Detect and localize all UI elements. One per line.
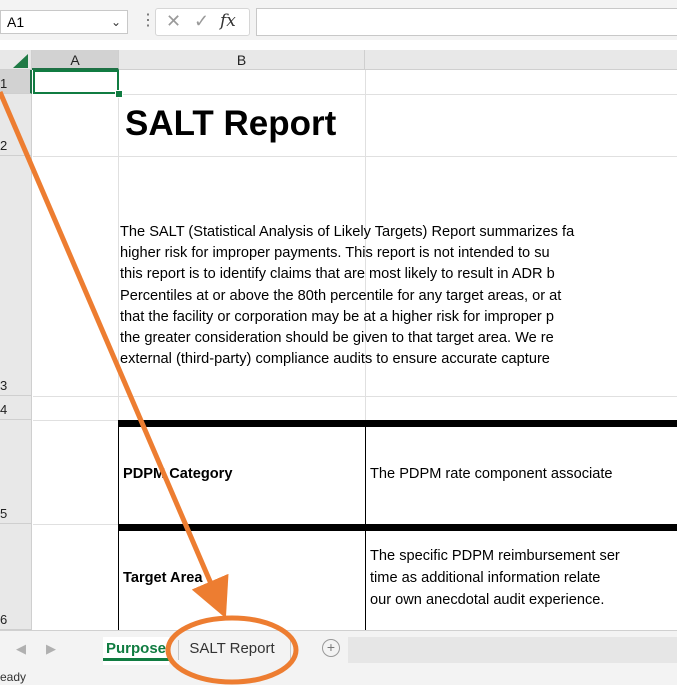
annotation-arrow [0,91,229,619]
annotation-overlay [0,91,299,685]
annotation-circle [165,615,299,685]
